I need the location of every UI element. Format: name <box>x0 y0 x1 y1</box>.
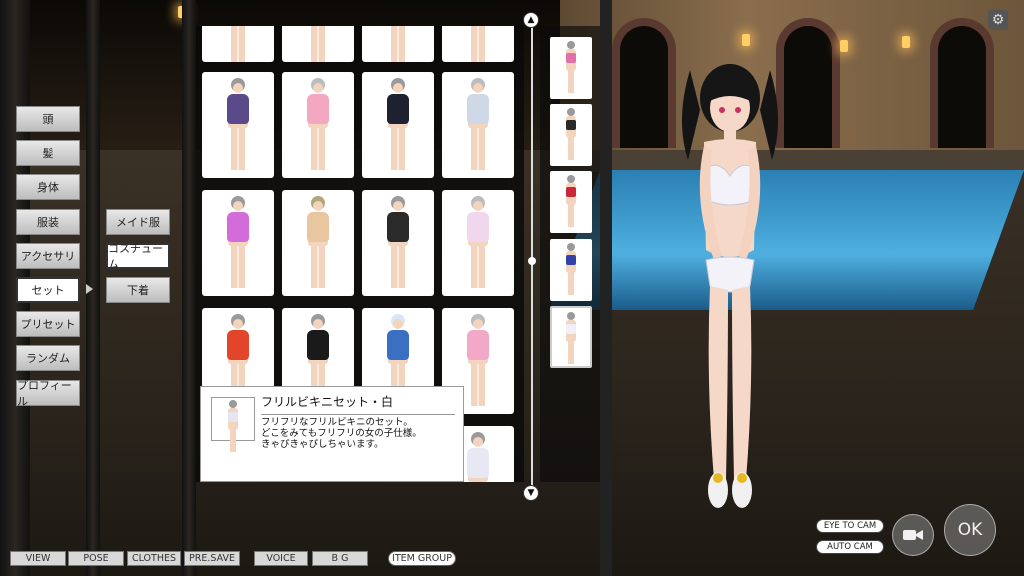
voice-button[interactable]: VOICE <box>254 551 308 566</box>
ok-button[interactable]: OK <box>944 504 996 556</box>
video-camera-icon[interactable] <box>892 514 934 556</box>
subcategory-button[interactable]: メイド服 <box>106 209 170 235</box>
history-item[interactable] <box>550 239 592 301</box>
item-card[interactable] <box>282 26 354 62</box>
tooltip-line: フリフリなフリルビキニのセット。 <box>261 417 413 428</box>
item-card[interactable] <box>362 72 434 178</box>
triangle-up-icon[interactable]: ▲ <box>523 12 539 28</box>
item-card[interactable] <box>202 72 274 178</box>
category-button[interactable]: 服装 <box>16 209 80 235</box>
subcategory-button[interactable]: コスチューム <box>106 242 170 271</box>
category-button[interactable]: 髪 <box>16 140 80 166</box>
item-card[interactable] <box>202 26 274 62</box>
eye-to-cam-button[interactable]: EYE TO CAM <box>816 519 884 533</box>
view-button[interactable]: VIEW <box>10 551 66 566</box>
archway <box>612 18 676 148</box>
triangle-down-icon[interactable]: ▼ <box>523 485 539 501</box>
pre-save-button[interactable]: PRE.SAVE <box>184 551 240 566</box>
category-button[interactable]: 身体 <box>16 174 80 200</box>
category-button[interactable]: アクセサリ <box>16 243 80 269</box>
category-button[interactable]: セット <box>16 277 80 303</box>
wall-lamp <box>902 36 910 48</box>
item-group-button[interactable]: ITEM GROUP <box>388 551 456 566</box>
wall-lamp <box>840 40 848 52</box>
history-item[interactable] <box>550 171 592 233</box>
item-tooltip: フリルビキニセット・白 フリフリなフリルビキニのセット。 どこをみてもフリフリの… <box>200 386 464 482</box>
history-item[interactable] <box>550 37 592 99</box>
item-card[interactable] <box>202 190 274 296</box>
category-button[interactable]: 頭 <box>16 106 80 132</box>
tooltip-description: フリフリなフリルビキニのセット。 どこをみてもフリフリの女の子仕様。 きゃぴきゃ… <box>261 417 461 450</box>
wall-lamp <box>742 34 750 46</box>
auto-cam-button[interactable]: AUTO CAM <box>816 540 884 554</box>
category-button[interactable]: プロフィール <box>16 379 80 408</box>
tooltip-thumbnail <box>211 397 255 452</box>
item-card[interactable] <box>442 26 514 62</box>
tooltip-line: どこをみてもフリフリの女の子仕様。 <box>261 428 422 439</box>
scrollbar-thumb[interactable] <box>528 257 536 265</box>
item-card[interactable] <box>442 190 514 296</box>
history-item[interactable] <box>550 104 592 166</box>
archway <box>930 18 994 148</box>
gear-icon[interactable]: ⚙ <box>988 10 1008 30</box>
tooltip-line: きゃぴきゃぴしちゃいます。 <box>261 439 384 450</box>
clothes-button[interactable]: CLOTHES <box>127 551 181 566</box>
pillar <box>182 0 196 576</box>
bg-button[interactable]: B G <box>312 551 368 566</box>
pose-button[interactable]: POSE <box>68 551 124 566</box>
pool-rim <box>560 150 1024 172</box>
item-card[interactable] <box>282 190 354 296</box>
category-button[interactable]: ランダム <box>16 345 80 371</box>
item-card[interactable] <box>362 26 434 62</box>
item-card[interactable] <box>362 190 434 296</box>
character-model[interactable] <box>670 50 790 530</box>
history-item[interactable] <box>550 306 592 368</box>
item-card[interactable] <box>442 72 514 178</box>
chevron-right-icon <box>86 284 93 294</box>
item-card[interactable] <box>282 72 354 178</box>
tooltip-title: フリルビキニセット・白 <box>261 393 455 415</box>
pillar <box>600 0 612 576</box>
category-button[interactable]: プリセット <box>16 311 80 337</box>
subcategory-button[interactable]: 下着 <box>106 277 170 303</box>
